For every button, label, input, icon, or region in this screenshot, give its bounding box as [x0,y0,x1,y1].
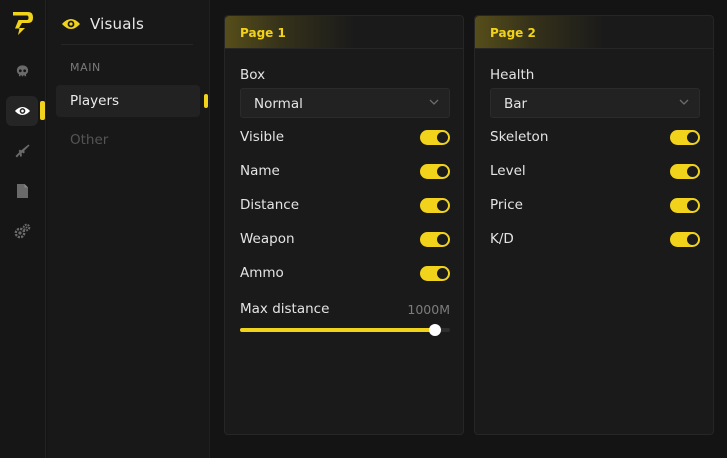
toggle-label: K/D [490,231,514,247]
toggle-label: Level [490,163,526,179]
skeleton-toggle[interactable] [670,130,700,145]
section-label: MAIN [70,61,101,74]
toggle-label: Distance [240,197,300,213]
skeleton-toggle-row: Skeleton [490,128,700,148]
level-toggle-row: Level [490,162,700,182]
weapon-toggle-row: Weapon [240,230,450,250]
name-toggle[interactable] [420,164,450,179]
slider-fill [240,328,435,332]
name-toggle-row: Name [240,162,450,182]
visible-toggle-row: Visible [240,128,450,148]
distance-toggle-row: Distance [240,196,450,216]
box-select[interactable]: Normal [240,88,450,118]
chevron-down-icon [679,99,689,105]
ammo-toggle-row: Ammo [240,264,450,284]
health-select-value: Bar [504,96,528,112]
kd-toggle[interactable] [670,232,700,247]
rail-files-button[interactable] [6,176,38,206]
rail-visuals-skull-button[interactable] [6,56,38,86]
page-1-panel: Page 1 Box Normal Visible Name Distance … [224,15,464,435]
toggle-label: Skeleton [490,129,549,145]
health-label: Health [490,67,535,83]
skull-icon [16,64,28,76]
rail-weapons-button[interactable] [6,136,38,166]
panel-title: Page 1 [240,26,286,40]
rail-settings-button[interactable] [6,216,38,246]
sidebar-title: Visuals [90,15,144,33]
page-2-panel: Page 2 Health Bar Skeleton Level Price K… [474,15,714,435]
rail-active-indicator [40,101,45,120]
sidebar-item-label: Other [70,132,109,148]
toggle-label: Name [240,163,280,179]
eye-icon [62,19,80,29]
sidebar-item-players[interactable]: Players [56,85,200,117]
toggle-label: Weapon [240,231,295,247]
level-toggle[interactable] [670,164,700,179]
visible-toggle[interactable] [420,130,450,145]
box-select-value: Normal [254,96,303,112]
gears-icon [14,223,30,239]
sidebar-active-indicator [204,94,208,108]
chevron-down-icon [429,99,439,105]
panel-header: Page 1 [225,16,463,49]
sidebar-header: Visuals [61,15,144,33]
health-select[interactable]: Bar [490,88,700,118]
icon-rail [0,0,46,458]
kd-toggle-row: K/D [490,230,700,250]
sidebar-divider [61,44,193,45]
max-distance-slider-track[interactable] [240,324,450,336]
price-toggle[interactable] [670,198,700,213]
weapon-toggle[interactable] [420,232,450,247]
brand-logo-icon [13,12,33,35]
file-icon [16,184,28,198]
slider-label: Max distance [240,301,330,317]
rail-visuals-eye-button[interactable] [6,96,38,126]
toggle-label: Price [490,197,523,213]
rifle-icon [15,144,30,158]
slider-thumb[interactable] [429,324,441,336]
panel-header: Page 2 [475,16,713,49]
toggle-label: Visible [240,129,285,145]
distance-toggle[interactable] [420,198,450,213]
slider-value: 1000M [407,302,450,317]
sidebar-item-label: Players [70,93,120,109]
eye-icon [14,106,30,116]
ammo-toggle[interactable] [420,266,450,281]
panel-title: Page 2 [490,26,536,40]
sidebar-item-other[interactable]: Other [56,124,200,156]
toggle-label: Ammo [240,265,284,281]
price-toggle-row: Price [490,196,700,216]
box-label: Box [240,67,266,83]
visuals-sidebar: Visuals MAIN Players Other [47,0,210,458]
